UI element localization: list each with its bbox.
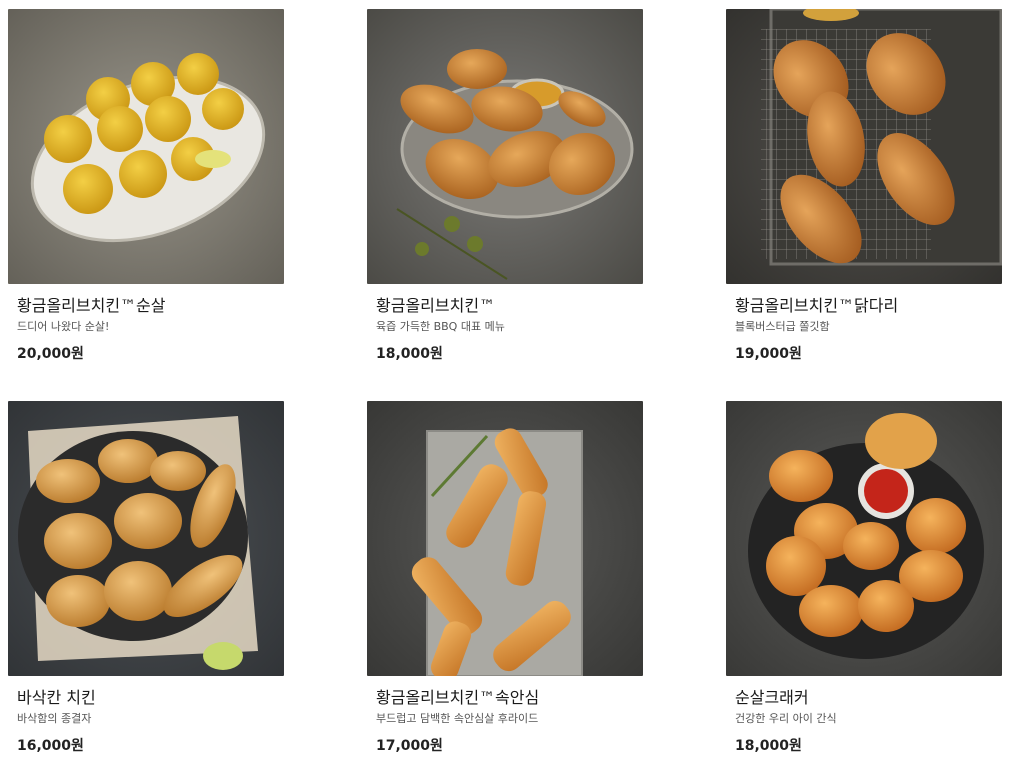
menu-item-name[interactable]: 황금올리브치킨™순살: [17, 295, 284, 317]
menu-card[interactable]: 황금올리브치킨™순살 드디어 나왔다 순살! 20,000원: [8, 9, 284, 363]
menu-item-name[interactable]: 바삭칸 치킨: [17, 687, 284, 709]
menu-item-description: 바삭함의 종결자: [17, 712, 92, 725]
crispy-chicken-plate-image[interactable]: [8, 401, 284, 676]
menu-item-description: 건강한 우리 아이 간식: [735, 712, 837, 725]
menu-card[interactable]: 황금올리브치킨™ 육즙 가득한 BBQ 대표 메뉴 18,000원: [367, 9, 643, 363]
menu-card[interactable]: 순살크래커 건강한 우리 아이 간식 18,000원: [726, 401, 1002, 755]
menu-item-price: 19,000원: [735, 346, 802, 362]
menu-item-price: 17,000원: [376, 738, 443, 754]
menu-item-price: 16,000원: [17, 738, 84, 754]
menu-card[interactable]: 황금올리브치킨™닭다리 블록버스터급 쫄깃함 19,000원: [726, 9, 1002, 363]
menu-item-price: 20,000원: [17, 346, 84, 362]
menu-item-description: 부드럽고 담백한 속안심살 후라이드: [376, 712, 539, 725]
menu-item-description: 드디어 나왔다 순살!: [17, 320, 110, 333]
chicken-nuggets-dip-image[interactable]: [726, 401, 1002, 676]
menu-item-name[interactable]: 황금올리브치킨™: [376, 295, 643, 317]
menu-item-price: 18,000원: [376, 346, 443, 362]
menu-item-price: 18,000원: [735, 738, 802, 754]
menu-item-name[interactable]: 순살크래커: [735, 687, 1002, 709]
fried-chicken-platter-image[interactable]: [367, 9, 643, 284]
menu-item-name[interactable]: 황금올리브치킨™속안심: [376, 687, 643, 709]
chicken-tenders-board-image[interactable]: [367, 401, 643, 676]
menu-item-description: 육즙 가득한 BBQ 대표 메뉴: [376, 320, 505, 333]
boneless-fried-chicken-image[interactable]: [8, 9, 284, 284]
menu-grid: 황금올리브치킨™순살 드디어 나왔다 순살! 20,000원 황금올리브치킨™ …: [0, 0, 1020, 767]
menu-item-description: 블록버스터급 쫄깃함: [735, 320, 830, 333]
menu-card[interactable]: 바삭칸 치킨 바삭함의 종결자 16,000원: [8, 401, 284, 755]
menu-card[interactable]: 황금올리브치킨™속안심 부드럽고 담백한 속안심살 후라이드 17,000원: [367, 401, 643, 755]
fried-drumsticks-rack-image[interactable]: [726, 9, 1002, 284]
menu-item-name[interactable]: 황금올리브치킨™닭다리: [735, 295, 1002, 317]
